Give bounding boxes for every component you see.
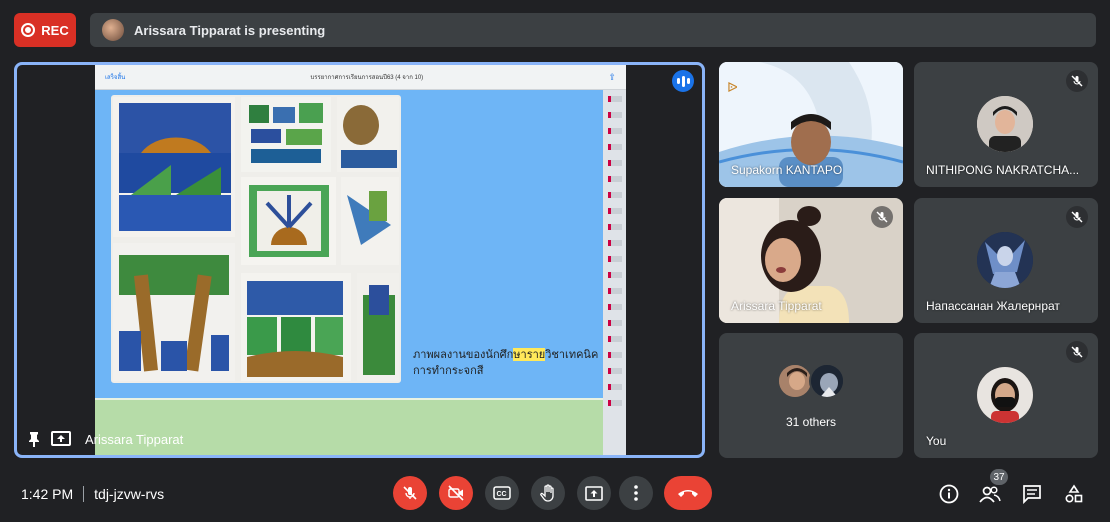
presenter-avatar bbox=[102, 19, 124, 41]
participant-tile-you[interactable]: You bbox=[914, 333, 1098, 458]
presentation-stage[interactable]: เสร็จสิ้น บรรยากาศการเรียนการสอนปี63 (4 … bbox=[14, 62, 705, 458]
presenting-banner: Arissara Tipparat is presenting bbox=[90, 13, 1096, 47]
present-screen-icon[interactable] bbox=[51, 431, 71, 446]
recording-indicator: REC bbox=[14, 13, 76, 47]
muted-mic-icon bbox=[871, 206, 893, 228]
info-icon bbox=[939, 484, 959, 504]
clock-time: 1:42 PM bbox=[21, 486, 74, 502]
mic-off-icon bbox=[403, 486, 417, 500]
muted-mic-icon bbox=[1066, 341, 1088, 363]
slide-title: บรรยากาศการเรียนการสอนปี63 (4 จาก 10) bbox=[310, 75, 424, 81]
caption-text-1: ภาพผลงานของนักศึก bbox=[413, 348, 514, 361]
meeting-code: tdj-jzvw-rvs bbox=[94, 486, 165, 502]
people-count-badge: 37 bbox=[990, 469, 1008, 485]
slide-footer-area bbox=[95, 398, 603, 455]
closed-captions-icon: CC bbox=[493, 486, 511, 500]
camera-off-icon bbox=[448, 485, 464, 501]
participant-tile-others[interactable]: 31 others bbox=[719, 333, 903, 458]
shared-slide: เสร็จสิ้น บรรยากาศการเรียนการสอนปี63 (4 … bbox=[95, 65, 626, 455]
raise-hand-button[interactable] bbox=[531, 476, 565, 510]
slide-content: ภาพผลงานของนักศึกษารายวิชาเทคนิคการทำกระ… bbox=[95, 90, 603, 398]
participant-tile-arissara[interactable]: Arissara Tipparat bbox=[719, 198, 903, 323]
record-icon bbox=[21, 23, 36, 37]
participant-tile-napassanan[interactable]: Напассанан Жалернрат bbox=[914, 198, 1098, 323]
others-label: 31 others bbox=[785, 415, 837, 429]
chat-button[interactable] bbox=[1020, 482, 1044, 506]
rec-label: REC bbox=[41, 22, 69, 38]
participant-tile-nithipong[interactable]: NITHIPONG NAKRATCHA... bbox=[914, 62, 1098, 187]
slide-done-link: เสร็จสิ้น bbox=[105, 75, 126, 81]
hand-icon bbox=[540, 484, 554, 502]
people-icon bbox=[979, 486, 1001, 503]
hang-up-icon bbox=[678, 490, 698, 497]
microphone-toggle-button[interactable] bbox=[393, 476, 427, 510]
captions-button[interactable]: CC bbox=[485, 476, 519, 510]
avatar bbox=[777, 363, 813, 399]
slide-thumbnail-strip bbox=[603, 90, 626, 455]
divider bbox=[83, 486, 85, 502]
participant-name: NITHIPONG NAKRATCHA... bbox=[926, 163, 1080, 177]
participant-name: You bbox=[926, 434, 947, 448]
meeting-details-button[interactable] bbox=[937, 482, 961, 506]
chat-icon bbox=[1023, 485, 1041, 504]
presenting-text: Arissara Tipparat is presenting bbox=[134, 22, 326, 38]
caption-highlight: ษาราย bbox=[513, 348, 546, 361]
more-vertical-icon bbox=[634, 485, 638, 501]
more-options-button[interactable] bbox=[619, 476, 653, 510]
presenter-name-label: Arissara Tipparat bbox=[85, 432, 184, 447]
leave-call-button[interactable] bbox=[664, 476, 712, 510]
present-now-button[interactable] bbox=[577, 476, 611, 510]
participant-name: Supakorn KANTAPO bbox=[731, 163, 843, 177]
activities-icon bbox=[1065, 484, 1083, 503]
stained-glass-artwork bbox=[113, 97, 399, 381]
stained-glass-photo bbox=[111, 95, 401, 383]
slide-caption: ภาพผลงานของนักศึกษารายวิชาเทคนิคการทำกระ… bbox=[413, 347, 603, 379]
camera-toggle-button[interactable] bbox=[439, 476, 473, 510]
present-screen-icon bbox=[585, 485, 603, 501]
svg-text:CC: CC bbox=[497, 491, 507, 498]
participant-name: Arissara Tipparat bbox=[731, 299, 822, 313]
speaking-indicator-icon bbox=[672, 70, 694, 92]
svg-text:ᐉ: ᐉ bbox=[727, 79, 738, 95]
muted-mic-icon bbox=[1066, 206, 1088, 228]
avatar bbox=[977, 96, 1033, 152]
slide-toolbar: เสร็จสิ้น บรรยากาศการเรียนการสอนปี63 (4 … bbox=[95, 65, 626, 90]
avatar bbox=[809, 363, 845, 399]
muted-mic-icon bbox=[1066, 70, 1088, 92]
activities-button[interactable] bbox=[1062, 482, 1086, 506]
meeting-info: 1:42 PM tdj-jzvw-rvs bbox=[21, 484, 164, 504]
avatar bbox=[977, 232, 1033, 288]
participant-tile-supakorn[interactable]: ᐉ Supakorn KANTAPO bbox=[719, 62, 903, 187]
slide-share-icon: ⇪ bbox=[608, 71, 616, 82]
pin-icon[interactable] bbox=[27, 431, 41, 447]
avatar bbox=[977, 367, 1033, 423]
participant-name: Напассанан Жалернрат bbox=[926, 299, 1060, 313]
people-button[interactable] bbox=[978, 482, 1002, 506]
